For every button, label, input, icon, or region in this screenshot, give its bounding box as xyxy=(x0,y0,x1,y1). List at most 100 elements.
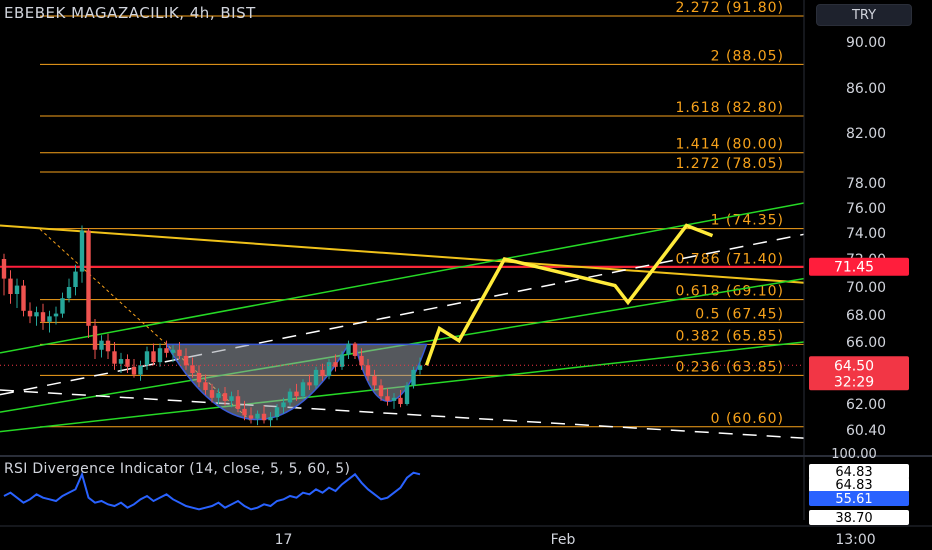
candle-body xyxy=(105,340,111,352)
candle-body xyxy=(216,393,221,398)
candle-body xyxy=(21,285,26,311)
candle-body xyxy=(47,316,52,322)
price-tick-label: 78.00 xyxy=(846,176,886,192)
candle-body xyxy=(1,259,7,279)
fib-level-label: 2.272 (91.80) xyxy=(675,0,784,16)
candle-body xyxy=(268,417,273,421)
candle-body xyxy=(151,351,156,363)
candle-body xyxy=(99,340,104,350)
fib-level-label: 1.414 (80.00) xyxy=(675,137,784,153)
time-tick-label: Feb xyxy=(551,532,576,548)
rsi-line xyxy=(3,471,421,511)
candle-body xyxy=(398,397,403,404)
candle-body xyxy=(86,230,91,326)
candle-body xyxy=(79,230,85,272)
price-tick-label: 70.00 xyxy=(846,280,886,296)
fib-level-label: 0.786 (71.40) xyxy=(675,251,784,267)
price-tick-label: 90.00 xyxy=(846,35,886,51)
rsi-axis-label: 100.00 xyxy=(831,447,877,462)
candle-body xyxy=(177,349,182,356)
chart-title: EBEBEK MAGAZACILIK, 4h, BIST xyxy=(4,4,256,22)
currency-button[interactable]: TRY xyxy=(816,4,912,26)
candle-body xyxy=(365,365,371,377)
candle-body xyxy=(222,393,228,401)
candle-body xyxy=(40,312,46,322)
candle-body xyxy=(73,271,78,287)
candle-body xyxy=(131,366,137,375)
fib-level-label: 1.618 (82.80) xyxy=(675,100,784,116)
price-tick-label: 86.00 xyxy=(846,81,886,97)
candle-body xyxy=(60,298,65,314)
fib-level-label: 1 (74.35) xyxy=(711,213,784,229)
candle-body xyxy=(385,396,390,401)
candle-body xyxy=(118,359,124,364)
candle-body xyxy=(8,278,13,294)
price-tick-label: 60.40 xyxy=(846,423,886,439)
price-tick-label: 66.00 xyxy=(846,335,886,351)
candle-body xyxy=(138,365,143,375)
fib-level-label: 0.382 (65.85) xyxy=(675,328,784,344)
candle-body xyxy=(372,376,377,386)
candle-body xyxy=(14,285,20,294)
candle-body xyxy=(391,397,397,401)
rsi-axis-label: 64.83 xyxy=(835,478,872,493)
candle-body xyxy=(92,325,98,350)
rsi-title: RSI Divergence Indicator (14, close, 5, … xyxy=(4,461,351,477)
candle-body xyxy=(66,287,72,299)
candle-body xyxy=(242,408,247,416)
price-tick-label: 68.00 xyxy=(846,308,886,324)
last-price-label: 64.50 xyxy=(834,358,874,374)
candle-body xyxy=(125,359,130,367)
candle-body xyxy=(346,343,351,355)
candle-body xyxy=(300,382,306,397)
fib-level-label: 2 (88.05) xyxy=(711,48,784,64)
rsi-axis-label: 38.70 xyxy=(835,511,872,526)
candle-body xyxy=(157,348,163,363)
candle-body xyxy=(333,362,338,367)
candle-body xyxy=(196,373,202,383)
candle-body xyxy=(307,382,312,386)
candle-body xyxy=(235,396,241,409)
candle-body xyxy=(274,407,280,417)
candle-body xyxy=(404,385,410,404)
candle-body xyxy=(170,349,176,353)
price-tick-label: 76.00 xyxy=(846,201,886,217)
candle-body xyxy=(209,390,215,398)
candle-body xyxy=(183,355,189,366)
countdown-label: 32:29 xyxy=(834,374,874,390)
time-tick-label: 13:00 xyxy=(835,532,875,548)
candle-body xyxy=(112,351,117,364)
candle-body xyxy=(313,369,319,386)
candle-body xyxy=(203,382,208,391)
candle-body xyxy=(261,413,267,421)
lower-dashed-line xyxy=(0,389,805,439)
price-tick-label: 74.00 xyxy=(846,226,886,242)
fib-level-label: 1.272 (78.05) xyxy=(675,156,784,172)
candle-body xyxy=(229,396,234,401)
candle-body xyxy=(190,365,195,373)
candle-body xyxy=(378,385,384,397)
candle-body xyxy=(248,415,254,419)
candle-body xyxy=(294,391,299,397)
candle-body xyxy=(352,343,358,356)
candle-body xyxy=(326,362,332,377)
candle-body xyxy=(411,369,416,386)
resistance-badge-label: 71.45 xyxy=(834,260,874,276)
candle-body xyxy=(144,351,150,366)
candle-body xyxy=(281,402,286,408)
price-tick-label: 82.00 xyxy=(846,126,886,142)
candle-body xyxy=(359,355,364,366)
time-tick-label: 17 xyxy=(275,532,293,548)
rsi-axis-label: 55.61 xyxy=(835,492,872,507)
candle-body xyxy=(417,365,423,370)
candle-body xyxy=(27,310,33,317)
candle-body xyxy=(164,348,169,353)
fib-level-label: 0 (60.60) xyxy=(711,411,784,427)
candle-body xyxy=(34,312,39,317)
candle-body xyxy=(53,313,59,317)
candle-body xyxy=(287,391,293,403)
fib-level-label: 0.5 (67.45) xyxy=(695,306,784,322)
candle-body xyxy=(320,369,325,377)
candle-body xyxy=(255,413,260,419)
fib-level-label: 0.236 (63.85) xyxy=(675,359,784,375)
